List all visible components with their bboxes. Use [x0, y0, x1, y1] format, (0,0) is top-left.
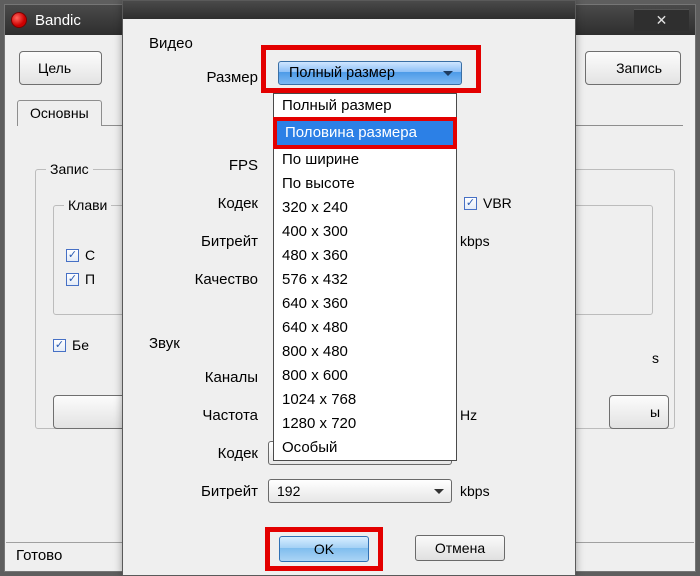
- size-option[interactable]: 400 x 300: [274, 220, 456, 244]
- size-option[interactable]: Полный размер: [274, 94, 456, 118]
- label-quality: Качество: [123, 271, 268, 288]
- cancel-button-label: Отмена: [435, 540, 485, 556]
- group-keys-label: Клави: [64, 197, 111, 213]
- section-sound: Звук: [149, 335, 180, 352]
- unit-freq: Hz: [460, 407, 477, 423]
- label-size: Размер: [123, 69, 268, 86]
- size-option[interactable]: 640 x 360: [274, 292, 456, 316]
- record-button[interactable]: Запись: [585, 51, 681, 85]
- peek-s: s: [652, 350, 659, 366]
- label-fps: FPS: [123, 157, 268, 174]
- size-option[interactable]: 800 x 600: [274, 364, 456, 388]
- row-nosound: Бе: [53, 337, 89, 353]
- ok-button[interactable]: OK: [279, 536, 369, 562]
- row-abitrate: Битрейт 192 kbps: [123, 477, 575, 505]
- status-text: Готово: [16, 547, 62, 564]
- checkbox-option-p[interactable]: [66, 273, 79, 286]
- label-abitrate: Битрейт: [123, 483, 268, 500]
- checkbox-nosound[interactable]: [53, 339, 66, 352]
- size-combo-value: Полный размер: [289, 65, 395, 81]
- size-option[interactable]: По высоте: [274, 172, 456, 196]
- label-vcodec: Кодек: [123, 195, 268, 212]
- toolbar-right-button-frag: ы: [650, 404, 660, 420]
- unit-abitrate: kbps: [460, 483, 490, 499]
- size-option[interactable]: 576 x 432: [274, 268, 456, 292]
- label-vbr: VBR: [483, 195, 512, 211]
- abitrate-combo-value: 192: [277, 483, 300, 499]
- checkbox-option-c-label: С: [85, 247, 95, 263]
- size-option[interactable]: 800 x 480: [274, 340, 456, 364]
- format-dialog: Видео Звук Размер Полный размер FPS Коде…: [122, 0, 576, 576]
- size-option[interactable]: По ширине: [274, 148, 456, 172]
- size-option[interactable]: 1024 x 768: [274, 388, 456, 412]
- label-vbitrate: Битрейт: [123, 233, 268, 250]
- target-button[interactable]: Цель: [19, 51, 102, 85]
- size-option[interactable]: Половина размера: [277, 121, 453, 145]
- group-record-label: Запис: [46, 161, 93, 177]
- close-button[interactable]: ✕: [634, 9, 689, 31]
- dialog-titlebar: [123, 1, 575, 19]
- label-acodec: Кодек: [123, 445, 268, 462]
- cancel-button[interactable]: Отмена: [415, 535, 505, 561]
- unit-vbitrate: kbps: [460, 233, 490, 249]
- label-channels: Каналы: [123, 369, 268, 386]
- size-option[interactable]: 1280 x 720: [274, 412, 456, 436]
- tab-main[interactable]: Основны: [17, 100, 102, 126]
- abitrate-combo[interactable]: 192: [268, 479, 452, 503]
- size-option[interactable]: 640 x 480: [274, 316, 456, 340]
- label-freq: Частота: [123, 407, 268, 424]
- highlight-half-size-option: Половина размера: [273, 117, 457, 149]
- size-dropdown[interactable]: Полный размер Половина размера По ширине…: [273, 93, 457, 461]
- checkbox-option-c[interactable]: [66, 249, 79, 262]
- size-option[interactable]: 480 x 360: [274, 244, 456, 268]
- checkbox-option-p-label: П: [85, 271, 95, 287]
- ok-button-label: OK: [314, 541, 334, 557]
- checkbox-nosound-label: Бе: [72, 337, 89, 353]
- size-option[interactable]: Особый: [274, 436, 456, 460]
- checkbox-vbr[interactable]: [464, 197, 477, 210]
- highlight-ok-button: OK: [265, 527, 383, 571]
- toolbar-right-button[interactable]: ы: [609, 395, 669, 429]
- section-video: Видео: [149, 35, 193, 52]
- highlight-size-combo: Полный размер: [261, 45, 481, 93]
- record-icon: [11, 12, 27, 28]
- size-option[interactable]: 320 x 240: [274, 196, 456, 220]
- size-combo[interactable]: Полный размер: [278, 61, 462, 85]
